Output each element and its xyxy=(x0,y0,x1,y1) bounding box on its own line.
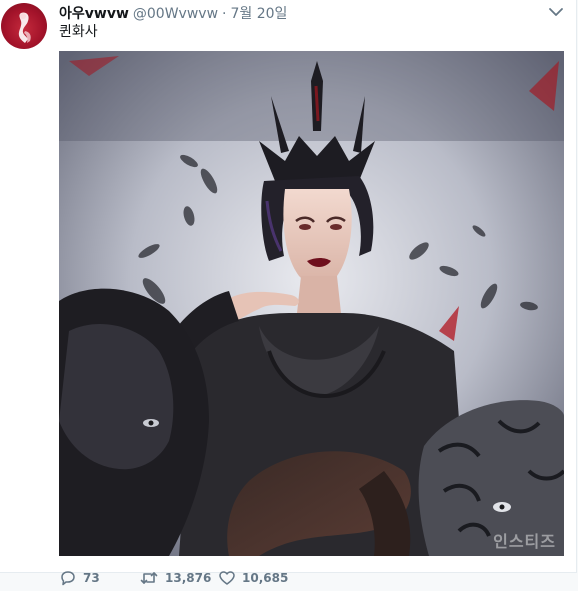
like-button[interactable]: 10,685 xyxy=(218,569,298,587)
tweet-text: 퀸화사 xyxy=(59,24,98,40)
display-name[interactable]: 아우vwvw xyxy=(59,4,129,24)
header-separator: · xyxy=(222,6,227,22)
reply-button[interactable]: 73 xyxy=(59,569,139,587)
media-watermark: 인스티즈 xyxy=(493,532,556,551)
tweet-actions: 73 13,876 10,685 xyxy=(59,568,298,588)
reply-count: 73 xyxy=(83,571,100,585)
illustration-artwork xyxy=(59,51,564,556)
user-handle[interactable]: @00Wvwvw xyxy=(133,4,218,24)
retweet-count: 13,876 xyxy=(165,571,212,585)
avatar-figure-icon xyxy=(18,12,31,43)
chevron-down-icon[interactable] xyxy=(548,4,564,20)
tweet-header: 아우vwvw @00Wvwvw · 7월 20일 xyxy=(59,4,287,24)
profile-avatar[interactable] xyxy=(1,3,47,49)
like-count: 10,685 xyxy=(242,571,289,585)
heart-icon xyxy=(218,569,236,587)
tweet-timestamp[interactable]: 7월 20일 xyxy=(230,4,287,24)
reply-icon xyxy=(59,569,77,587)
tweet-media-image[interactable]: 인스티즈 xyxy=(59,51,564,556)
tweet-card: 아우vwvw @00Wvwvw · 7월 20일 퀸화사 인스티즈 73 13,… xyxy=(0,0,577,586)
retweet-button[interactable]: 13,876 xyxy=(139,569,218,587)
retweet-icon xyxy=(139,569,159,587)
